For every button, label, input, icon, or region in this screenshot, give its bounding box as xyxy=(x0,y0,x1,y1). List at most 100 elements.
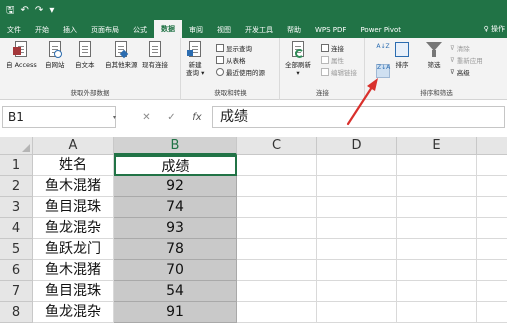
properties-icon xyxy=(321,56,329,64)
formula-bar: B1 ▾ ✕ ✓ fx 成绩 xyxy=(0,104,507,130)
cell-b7[interactable]: 54 xyxy=(114,281,237,302)
column-header-a[interactable]: A xyxy=(33,137,114,155)
cell-a2[interactable]: 鱼木混猪 xyxy=(33,176,114,197)
show-queries-icon xyxy=(216,44,224,52)
cell-b8[interactable]: 91 xyxy=(114,302,237,323)
existing-connections-icon xyxy=(147,41,163,59)
from-other-sources-button[interactable]: 自其他来源 xyxy=(105,41,138,69)
sort-ascending-icon: A↓Z xyxy=(376,43,390,50)
row-header[interactable]: 2 xyxy=(0,176,33,197)
web-icon xyxy=(47,41,63,59)
text-file-icon xyxy=(77,41,93,59)
tab-file[interactable]: 文件 xyxy=(0,22,28,38)
new-query-button[interactable]: 新建 查询 ▾ xyxy=(186,41,204,77)
cell-a3[interactable]: 鱼目混珠 xyxy=(33,197,114,218)
insert-function-icon[interactable]: fx xyxy=(192,112,201,123)
annotation-arrow-icon xyxy=(346,78,378,126)
column-header-c[interactable]: C xyxy=(237,137,317,155)
redo-icon[interactable]: ↷ xyxy=(35,4,43,18)
reapply-filter-button[interactable]: ⊽ 重新应用 xyxy=(450,55,483,65)
cancel-icon[interactable]: ✕ xyxy=(142,112,150,123)
tell-me-search[interactable]: ♀ 操作 xyxy=(484,21,505,37)
cell-a5[interactable]: 鱼跃龙门 xyxy=(33,239,114,260)
name-box[interactable]: B1 xyxy=(2,106,116,128)
from-table-button[interactable]: 从表格 xyxy=(216,55,246,65)
tab-page-layout[interactable]: 页面布局 xyxy=(84,22,126,38)
cell-b4[interactable]: 93 xyxy=(114,218,237,239)
undo-icon[interactable]: ↶ xyxy=(21,4,29,18)
tab-power-pivot[interactable]: Power Pivot xyxy=(353,22,408,38)
advanced-filter-button[interactable]: ⊽ 高级 xyxy=(450,67,470,77)
tab-review[interactable]: 审阅 xyxy=(182,22,210,38)
formula-tools: ✕ ✓ fx xyxy=(134,106,210,128)
filter-funnel-icon xyxy=(426,41,442,59)
group-get-transform: 新建 查询 ▾ 显示查询 从表格 最近使用的源 获取和转换 xyxy=(182,38,280,100)
row-header[interactable]: 7 xyxy=(0,281,33,302)
cell-b5[interactable]: 78 xyxy=(114,239,237,260)
tab-formulas[interactable]: 公式 xyxy=(126,22,154,38)
excel-window: 🖫 ↶ ↷ ▾ 文件 开始 插入 页面布局 公式 数据 审阅 视图 开发工具 帮… xyxy=(0,0,507,327)
reapply-icon: ⊽ xyxy=(450,56,455,64)
sort-dialog-icon xyxy=(394,41,410,59)
cell-b3[interactable]: 74 xyxy=(114,197,237,218)
other-sources-icon xyxy=(113,41,129,59)
edit-links-icon xyxy=(321,68,329,76)
column-header-f[interactable] xyxy=(477,137,507,155)
column-header-e[interactable]: E xyxy=(397,137,477,155)
worksheet-grid: A B C D E 1 姓名 成绩 2 鱼木混猪 92 3 鱼目混珠 74 4 … xyxy=(0,137,507,327)
row-header[interactable]: 3 xyxy=(0,197,33,218)
properties-button[interactable]: 属性 xyxy=(321,55,344,65)
from-web-button[interactable]: 自网站 xyxy=(45,41,65,69)
cell-b2[interactable]: 92 xyxy=(114,176,237,197)
tab-insert[interactable]: 插入 xyxy=(56,22,84,38)
customize-icon[interactable]: ▾ xyxy=(49,4,54,18)
quick-access-toolbar: 🖫 ↶ ↷ ▾ xyxy=(6,3,54,19)
clear-filter-icon: ⊽ xyxy=(450,44,455,52)
filter-button[interactable]: 筛选 xyxy=(426,41,442,69)
refresh-all-button[interactable]: 全部刷新 ▾ xyxy=(285,41,311,77)
cell-a8[interactable]: 鱼龙混杂 xyxy=(33,302,114,323)
row-header[interactable]: 4 xyxy=(0,218,33,239)
from-access-button[interactable]: 自 Access xyxy=(6,41,37,69)
cell-b6[interactable]: 70 xyxy=(114,260,237,281)
save-icon[interactable]: 🖫 xyxy=(6,4,15,18)
title-bar: 🖫 ↶ ↷ ▾ 文件 开始 插入 页面布局 公式 数据 审阅 视图 开发工具 帮… xyxy=(0,0,507,38)
clear-filter-button[interactable]: ⊽ 清除 xyxy=(450,43,470,53)
new-query-icon xyxy=(187,41,203,59)
from-text-button[interactable]: 自文本 xyxy=(75,41,95,69)
tab-view[interactable]: 视图 xyxy=(210,22,238,38)
group-label-get-external-data: 获取外部数据 xyxy=(70,89,110,97)
ribbon-tabs: 文件 开始 插入 页面布局 公式 数据 审阅 视图 开发工具 帮助 WPS PD… xyxy=(0,20,507,38)
cell-a6[interactable]: 鱼木混猪 xyxy=(33,260,114,281)
enter-icon[interactable]: ✓ xyxy=(167,112,175,123)
tab-data[interactable]: 数据 xyxy=(154,20,182,38)
table-icon xyxy=(216,56,224,64)
tab-developer[interactable]: 开发工具 xyxy=(238,22,280,38)
row-header[interactable]: 1 xyxy=(0,155,33,176)
cell-b1[interactable]: 成绩 xyxy=(114,155,237,176)
cell-a1[interactable]: 姓名 xyxy=(33,155,114,176)
group-label-get-transform: 获取和转换 xyxy=(214,89,247,97)
column-header-d[interactable]: D xyxy=(317,137,397,155)
row-header[interactable]: 8 xyxy=(0,302,33,323)
name-box-dropdown-icon[interactable]: ▾ xyxy=(113,114,116,121)
tab-help[interactable]: 帮助 xyxy=(280,22,308,38)
sort-button[interactable]: 排序 xyxy=(394,41,410,69)
row-header[interactable]: 6 xyxy=(0,260,33,281)
existing-connections-button[interactable]: 现有连接 xyxy=(142,41,168,69)
cell-a7[interactable]: 鱼目混珠 xyxy=(33,281,114,302)
column-header-b[interactable]: B xyxy=(114,137,237,155)
access-icon xyxy=(13,41,29,59)
connections-button[interactable]: 连接 xyxy=(321,43,344,53)
tab-home[interactable]: 开始 xyxy=(28,22,56,38)
row-header[interactable]: 5 xyxy=(0,239,33,260)
group-get-external-data: 自 Access 自网站 自文本 自其他来源 现有连接 获取外部数据 xyxy=(0,38,181,100)
tab-wps-pdf[interactable]: WPS PDF xyxy=(308,22,353,38)
empty-cells-area[interactable] xyxy=(237,155,507,323)
sort-ascending-button[interactable]: A↓Z xyxy=(376,44,390,56)
refresh-icon xyxy=(290,41,306,59)
show-queries-button[interactable]: 显示查询 xyxy=(216,43,252,53)
recent-sources-button[interactable]: 最近使用的源 xyxy=(216,67,265,77)
select-all-corner[interactable] xyxy=(0,137,33,155)
cell-a4[interactable]: 鱼龙混杂 xyxy=(33,218,114,239)
